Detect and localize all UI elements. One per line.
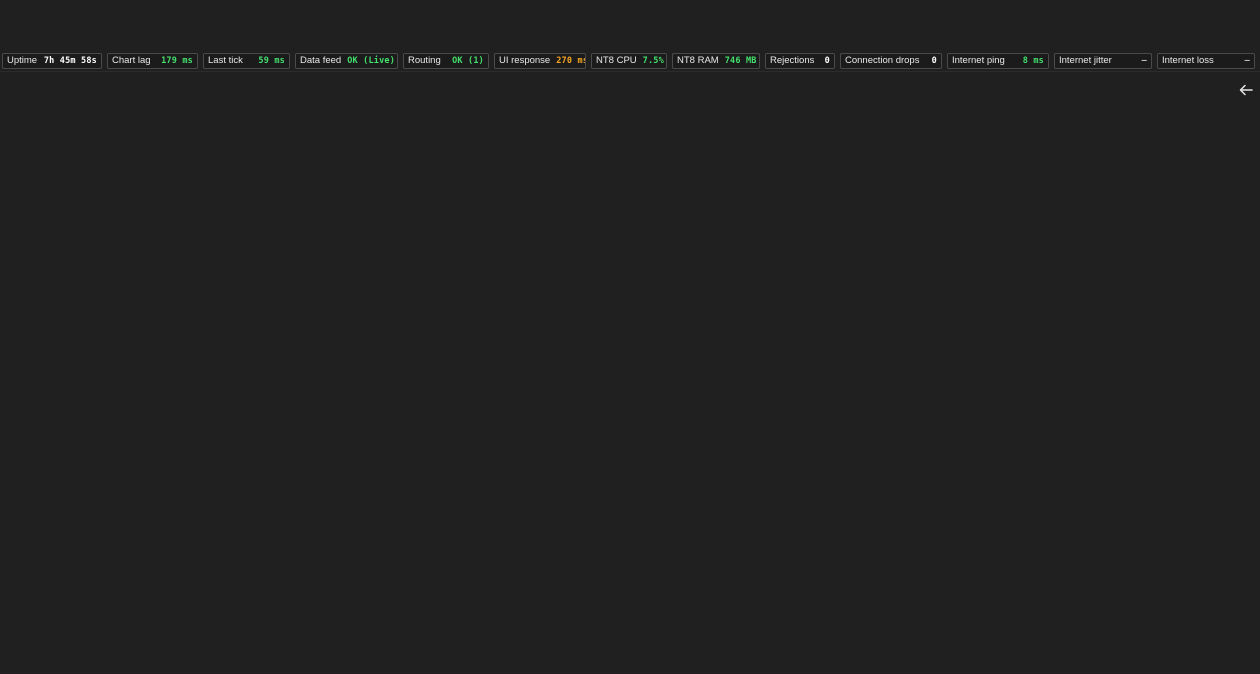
chip-value: OK (Live) bbox=[347, 55, 396, 66]
chip-value: – bbox=[1244, 55, 1250, 66]
chip-nt8-ram: NT8 RAM 746 MB bbox=[672, 52, 760, 69]
chip-label: NT8 CPU bbox=[596, 54, 637, 66]
chip-value: 8 ms bbox=[1022, 55, 1044, 66]
chip-internet-loss: Internet loss – bbox=[1157, 52, 1255, 69]
chip-value: 270 ms bbox=[556, 55, 586, 66]
arrow-left-icon bbox=[1239, 84, 1253, 96]
chip-label: Internet ping bbox=[952, 54, 1005, 66]
chip-label: Routing bbox=[408, 54, 441, 66]
chip-data-feed: Data feed OK (Live) bbox=[295, 52, 398, 69]
chip-routing: Routing OK (1) bbox=[403, 52, 489, 69]
chip-connection-drops: Connection drops 0 bbox=[840, 52, 942, 69]
chip-internet-ping: Internet ping 8 ms bbox=[947, 52, 1049, 69]
chip-value: 7.5% bbox=[642, 55, 664, 66]
chip-label: Uptime bbox=[7, 54, 38, 66]
chip-label: Last tick bbox=[208, 54, 243, 66]
chip-value: 0 bbox=[931, 55, 937, 66]
chip-label: Data feed bbox=[300, 54, 342, 66]
chip-value: 0 bbox=[824, 55, 830, 66]
app-window: Uptime 7h 45m 58s Chart lag 179 ms Last … bbox=[0, 0, 1260, 674]
chip-last-tick: Last tick 59 ms bbox=[203, 52, 290, 69]
chip-label: NT8 RAM bbox=[677, 54, 719, 66]
chip-rejections: Rejections 0 bbox=[765, 52, 835, 69]
chip-nt8-cpu: NT8 CPU 7.5% bbox=[591, 52, 667, 69]
chip-label: Rejections bbox=[770, 54, 815, 66]
main-canvas bbox=[0, 73, 1260, 674]
top-empty-area bbox=[0, 0, 1260, 50]
chip-label: Connection drops bbox=[845, 54, 920, 66]
chip-value: 179 ms bbox=[161, 55, 193, 66]
chip-label: Chart lag bbox=[112, 54, 151, 66]
status-strip: Uptime 7h 45m 58s Chart lag 179 ms Last … bbox=[0, 50, 1260, 72]
chip-value: 746 MB bbox=[724, 55, 757, 66]
chip-internet-jitter: Internet jitter – bbox=[1054, 52, 1152, 69]
chip-value: – bbox=[1141, 55, 1147, 66]
chip-value: 59 ms bbox=[258, 55, 285, 66]
chip-uptime: Uptime 7h 45m 58s bbox=[2, 52, 102, 69]
chip-label: Internet loss bbox=[1162, 54, 1214, 66]
chip-label: Internet jitter bbox=[1059, 54, 1112, 66]
chip-ui-response: UI response 270 ms bbox=[494, 52, 586, 69]
chip-chart-lag: Chart lag 179 ms bbox=[107, 52, 198, 69]
chip-value: OK (1) bbox=[452, 55, 484, 66]
chip-value: 7h 45m 58s bbox=[43, 55, 97, 66]
chip-label: UI response bbox=[499, 54, 551, 66]
back-button[interactable] bbox=[1236, 80, 1256, 100]
